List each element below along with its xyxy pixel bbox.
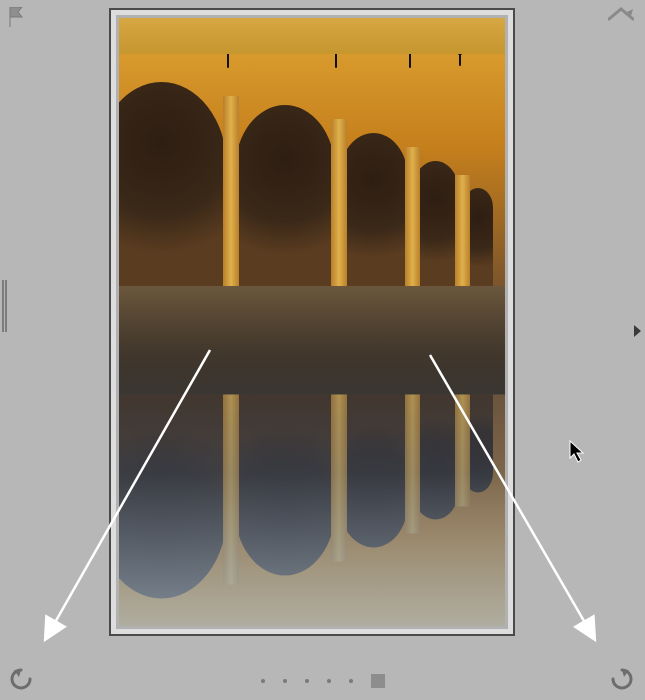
cursor-arrow-icon (569, 440, 587, 464)
flag-icon[interactable] (9, 7, 25, 27)
dot-indicator (327, 679, 331, 683)
dot-indicator (261, 679, 265, 683)
dot-indicator (283, 679, 287, 683)
collapse-up-icon[interactable] (608, 7, 634, 21)
dot-indicator (349, 679, 353, 683)
photo-frame[interactable] (109, 8, 515, 636)
thumbnail-strip-indicator (261, 674, 385, 688)
expand-right-icon[interactable] (634, 325, 641, 337)
left-panel-handle[interactable] (2, 280, 8, 332)
dot-indicator (305, 679, 309, 683)
stop-indicator (371, 674, 385, 688)
loupe-view-panel (0, 0, 645, 700)
photo-matte (116, 15, 508, 629)
photo-preview (119, 18, 505, 626)
rotate-cw-button[interactable] (610, 667, 634, 691)
rotate-ccw-button[interactable] (9, 667, 33, 691)
